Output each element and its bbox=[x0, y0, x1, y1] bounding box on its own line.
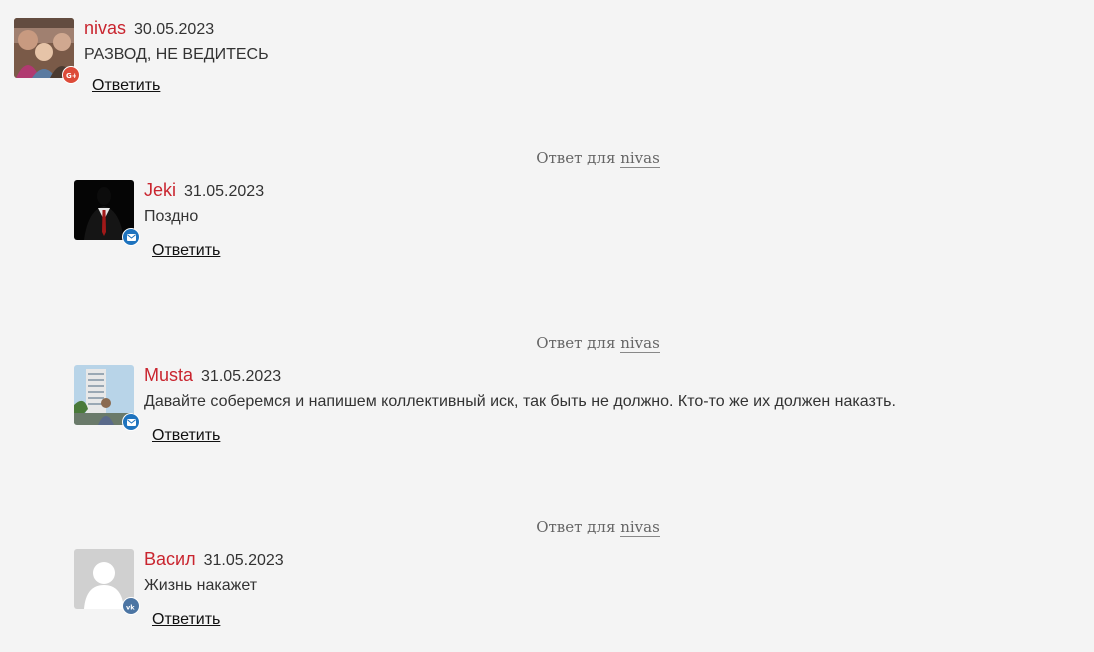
comment-date: 31.05.2023 bbox=[201, 368, 282, 385]
reply-to-link[interactable]: nivas bbox=[620, 149, 660, 168]
google-plus-icon: G+ bbox=[62, 66, 80, 84]
reply-button[interactable]: Ответить bbox=[152, 427, 220, 445]
svg-text:G+: G+ bbox=[66, 72, 76, 79]
comment-text: Жизнь накажет bbox=[144, 577, 258, 594]
reply-to-link[interactable]: nivas bbox=[620, 518, 660, 537]
avatar[interactable] bbox=[74, 365, 140, 431]
reply-to-prefix: Ответ для bbox=[536, 334, 616, 352]
comment-author[interactable]: Jeki bbox=[144, 180, 176, 200]
reply-to-link[interactable]: nivas bbox=[620, 334, 660, 353]
reply-to-line: Ответ для nivas bbox=[0, 333, 1094, 353]
avatar[interactable]: vk bbox=[74, 549, 140, 615]
comment-text: РАЗВОД, НЕ ВЕДИТЕСЬ bbox=[84, 46, 269, 63]
comment-text: Давайте соберемся и напишем коллективный… bbox=[144, 393, 896, 410]
comment-date: 30.05.2023 bbox=[134, 21, 215, 38]
reply-to-prefix: Ответ для bbox=[536, 518, 616, 536]
reply-to-prefix: Ответ для bbox=[536, 149, 616, 167]
reply-to-line: Ответ для nivas bbox=[0, 517, 1094, 537]
svg-text:vk: vk bbox=[126, 603, 135, 610]
avatar[interactable]: G+ bbox=[14, 18, 80, 84]
mail-icon bbox=[122, 413, 140, 431]
reply-button[interactable]: Ответить bbox=[92, 77, 160, 95]
avatar[interactable] bbox=[74, 180, 140, 246]
reply-button[interactable]: Ответить bbox=[152, 242, 220, 260]
mail-icon bbox=[122, 228, 140, 246]
comment-date: 31.05.2023 bbox=[184, 183, 265, 200]
comment-date: 31.05.2023 bbox=[203, 552, 284, 569]
vk-icon: vk bbox=[122, 597, 140, 615]
reply-to-line: Ответ для nivas bbox=[0, 148, 1094, 168]
comment-author[interactable]: Musta bbox=[144, 365, 193, 385]
reply-button[interactable]: Ответить bbox=[152, 611, 220, 629]
comment-text: Поздно bbox=[144, 208, 199, 225]
comment-author[interactable]: Васил bbox=[144, 549, 196, 569]
comment-author[interactable]: nivas bbox=[84, 18, 126, 38]
